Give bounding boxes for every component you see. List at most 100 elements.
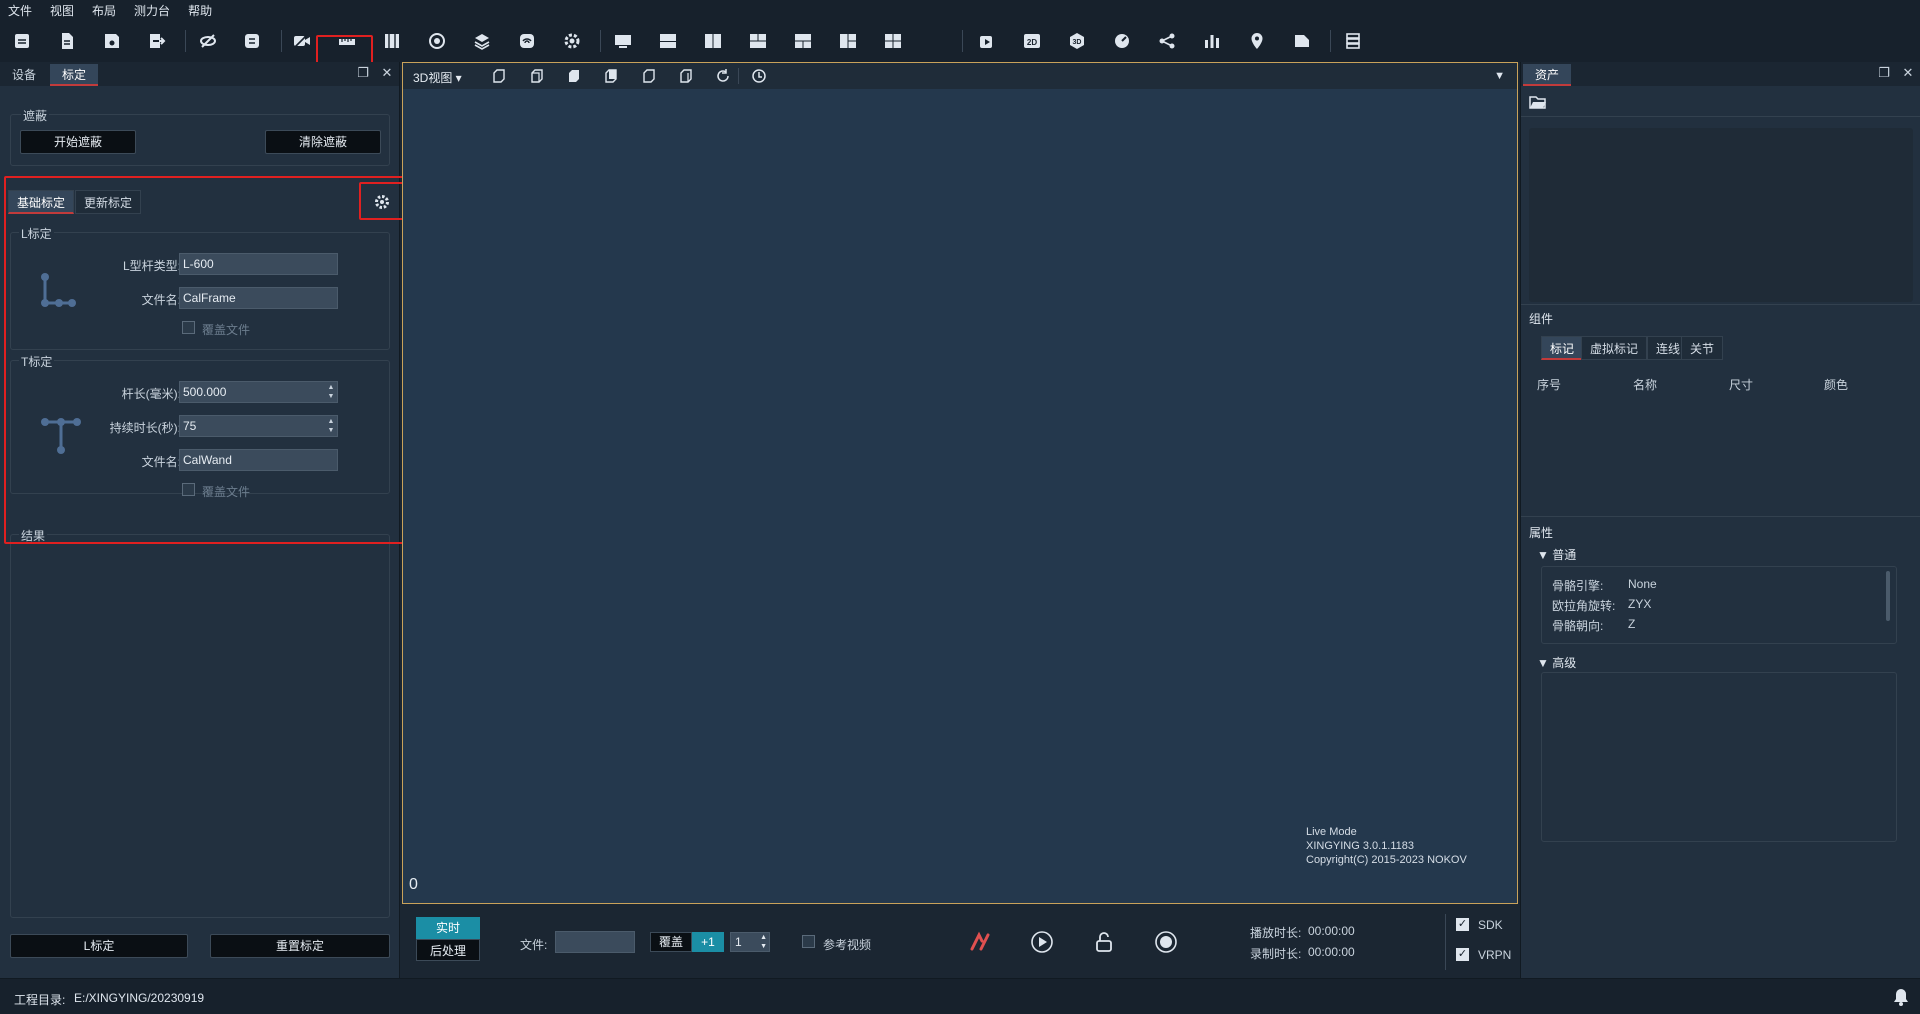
t-duration-stepper[interactable]: 75 ▲ ▼ xyxy=(179,415,338,437)
layout-6-icon[interactable] xyxy=(881,29,905,53)
asset-list[interactable] xyxy=(1529,128,1913,302)
tab-devices[interactable]: 设备 xyxy=(0,64,48,86)
prop-key-bone-direction: 骨骼朝向: xyxy=(1552,619,1604,633)
live-mode-button[interactable]: 实时 xyxy=(416,917,480,939)
l-type-select[interactable]: L-600 xyxy=(179,253,338,275)
prop-value-bone-direction[interactable]: Z xyxy=(1628,617,1635,631)
list-icon[interactable] xyxy=(1341,29,1365,53)
hide-icon[interactable] xyxy=(196,29,220,53)
close-panel-icon[interactable]: ✕ xyxy=(1901,66,1915,80)
menu-file[interactable]: 文件 xyxy=(8,2,32,19)
layout-3-icon[interactable] xyxy=(746,29,770,53)
sdk-checkbox[interactable]: ✓ xyxy=(1456,918,1469,931)
menu-layout[interactable]: 布局 xyxy=(92,2,116,19)
calibration-settings-icon[interactable] xyxy=(372,192,392,212)
properties-title: 属性 xyxy=(1529,526,1554,540)
menu-help[interactable]: 帮助 xyxy=(188,2,212,19)
general-section-toggle[interactable]: ▼ 普通 xyxy=(1537,546,1576,563)
film-icon[interactable] xyxy=(380,29,404,53)
nokov-logo-icon[interactable] xyxy=(967,929,993,955)
unlock-icon[interactable] xyxy=(1091,929,1117,955)
ref-video-checkbox[interactable] xyxy=(802,935,815,948)
vrpn-checkbox[interactable]: ✓ xyxy=(1456,948,1469,961)
save-icon[interactable] xyxy=(100,29,124,53)
l-filename-field[interactable]: CalFrame xyxy=(179,287,338,309)
view-front-icon[interactable] xyxy=(491,68,507,84)
view-mode-dropdown[interactable]: 3D视图 ▾ xyxy=(413,69,462,86)
view-bottom-icon[interactable] xyxy=(678,68,694,84)
3d-viewport[interactable]: 3D视图 ▾ ▼ Live Mode XINGYING 3.0.1.1183 C… xyxy=(402,62,1518,904)
tab-markers[interactable]: 标记 xyxy=(1541,336,1584,360)
layout-2-icon[interactable] xyxy=(701,29,725,53)
plus-one-button[interactable]: +1 xyxy=(692,932,724,952)
reset-camera-icon[interactable] xyxy=(751,68,767,84)
prop-value-euler[interactable]: ZYX xyxy=(1628,597,1651,611)
t-filename-field[interactable]: CalWand xyxy=(179,449,338,471)
t-overwrite-checkbox[interactable] xyxy=(182,483,195,496)
tab-basic-calibration[interactable]: 基础标定 xyxy=(8,190,75,214)
refresh-view-icon[interactable] xyxy=(715,68,731,84)
skeleton-icon[interactable] xyxy=(1155,29,1179,53)
sync-icon[interactable] xyxy=(240,29,264,53)
2d-view-icon[interactable]: 2D xyxy=(1020,29,1044,53)
wireless-icon[interactable] xyxy=(515,29,539,53)
clear-mask-button[interactable]: 清除遮蔽 xyxy=(265,130,381,154)
view-back-icon[interactable] xyxy=(529,68,545,84)
l-calibrate-button[interactable]: L标定 xyxy=(10,934,188,958)
play-icon[interactable] xyxy=(1029,929,1055,955)
layout-1-icon[interactable] xyxy=(656,29,680,53)
tab-joints[interactable]: 关节 xyxy=(1681,336,1724,360)
step-stepper[interactable]: 1 ▲ ▼ xyxy=(730,932,770,952)
document-icon[interactable] xyxy=(1290,29,1314,53)
layout-5-icon[interactable] xyxy=(836,29,860,53)
stepper-arrows-icon[interactable]: ▲ ▼ xyxy=(327,417,335,435)
notification-bell-icon[interactable] xyxy=(1892,987,1910,1007)
file-field[interactable] xyxy=(555,931,635,953)
float-panel-icon[interactable]: ❐ xyxy=(356,66,370,80)
props-scrollbar[interactable] xyxy=(1886,571,1890,621)
advanced-section-toggle[interactable]: ▼ 高级 xyxy=(1537,654,1576,671)
play-time-value: 00:00:00 xyxy=(1308,924,1355,938)
close-panel-icon[interactable]: ✕ xyxy=(380,66,394,80)
tab-calibration[interactable]: 标定 xyxy=(50,64,99,86)
camera-off-icon[interactable] xyxy=(290,29,314,53)
column-index: 序号 xyxy=(1537,378,1562,392)
tab-virtual-markers[interactable]: 虚拟标记 xyxy=(1581,336,1648,360)
new-file-icon[interactable] xyxy=(55,29,79,53)
bar-chart-icon[interactable] xyxy=(1200,29,1224,53)
prop-value-bone-engine[interactable]: None xyxy=(1628,577,1657,591)
l-overwrite-checkbox[interactable] xyxy=(182,321,195,334)
menu-view[interactable]: 视图 xyxy=(50,2,74,19)
menu-force-plate[interactable]: 测力台 xyxy=(134,2,170,19)
monitor-icon[interactable] xyxy=(611,29,635,53)
record-icon[interactable] xyxy=(1153,929,1179,955)
ruler-icon[interactable] xyxy=(335,29,359,53)
viewport-menu-chevron-icon[interactable]: ▼ xyxy=(1494,70,1505,82)
export-icon[interactable] xyxy=(145,29,169,53)
view-right-icon[interactable] xyxy=(603,68,619,84)
vrpn-label: VRPN xyxy=(1478,948,1512,962)
location-pin-icon[interactable] xyxy=(1245,29,1269,53)
stepper-arrows-icon[interactable]: ▲ ▼ xyxy=(760,933,767,951)
camera-2d-icon[interactable] xyxy=(975,29,999,53)
3d-view-icon[interactable]: 3D xyxy=(1065,29,1089,53)
stepper-arrows-icon[interactable]: ▲ ▼ xyxy=(327,383,335,401)
triangle-down-icon: ▼ xyxy=(1537,656,1549,670)
post-process-button[interactable]: 后处理 xyxy=(416,939,480,961)
open-project-icon[interactable] xyxy=(10,29,34,53)
settings-icon[interactable] xyxy=(560,29,584,53)
overlay-button[interactable]: 覆盖 xyxy=(650,932,692,952)
open-folder-icon[interactable] xyxy=(1529,94,1547,110)
view-left-icon[interactable] xyxy=(566,68,582,84)
start-mask-button[interactable]: 开始遮蔽 xyxy=(20,130,136,154)
gauge-icon[interactable] xyxy=(1110,29,1134,53)
view-top-icon[interactable] xyxy=(641,68,657,84)
float-panel-icon[interactable]: ❐ xyxy=(1877,66,1891,80)
tab-assets[interactable]: 资产 xyxy=(1523,64,1572,86)
t-length-stepper[interactable]: 500.000 ▲ ▼ xyxy=(179,381,338,403)
reset-calibration-button[interactable]: 重置标定 xyxy=(210,934,390,958)
record-disc-icon[interactable] xyxy=(425,29,449,53)
layout-4-icon[interactable] xyxy=(791,29,815,53)
tab-update-calibration[interactable]: 更新标定 xyxy=(75,190,142,214)
layers-icon[interactable] xyxy=(470,29,494,53)
